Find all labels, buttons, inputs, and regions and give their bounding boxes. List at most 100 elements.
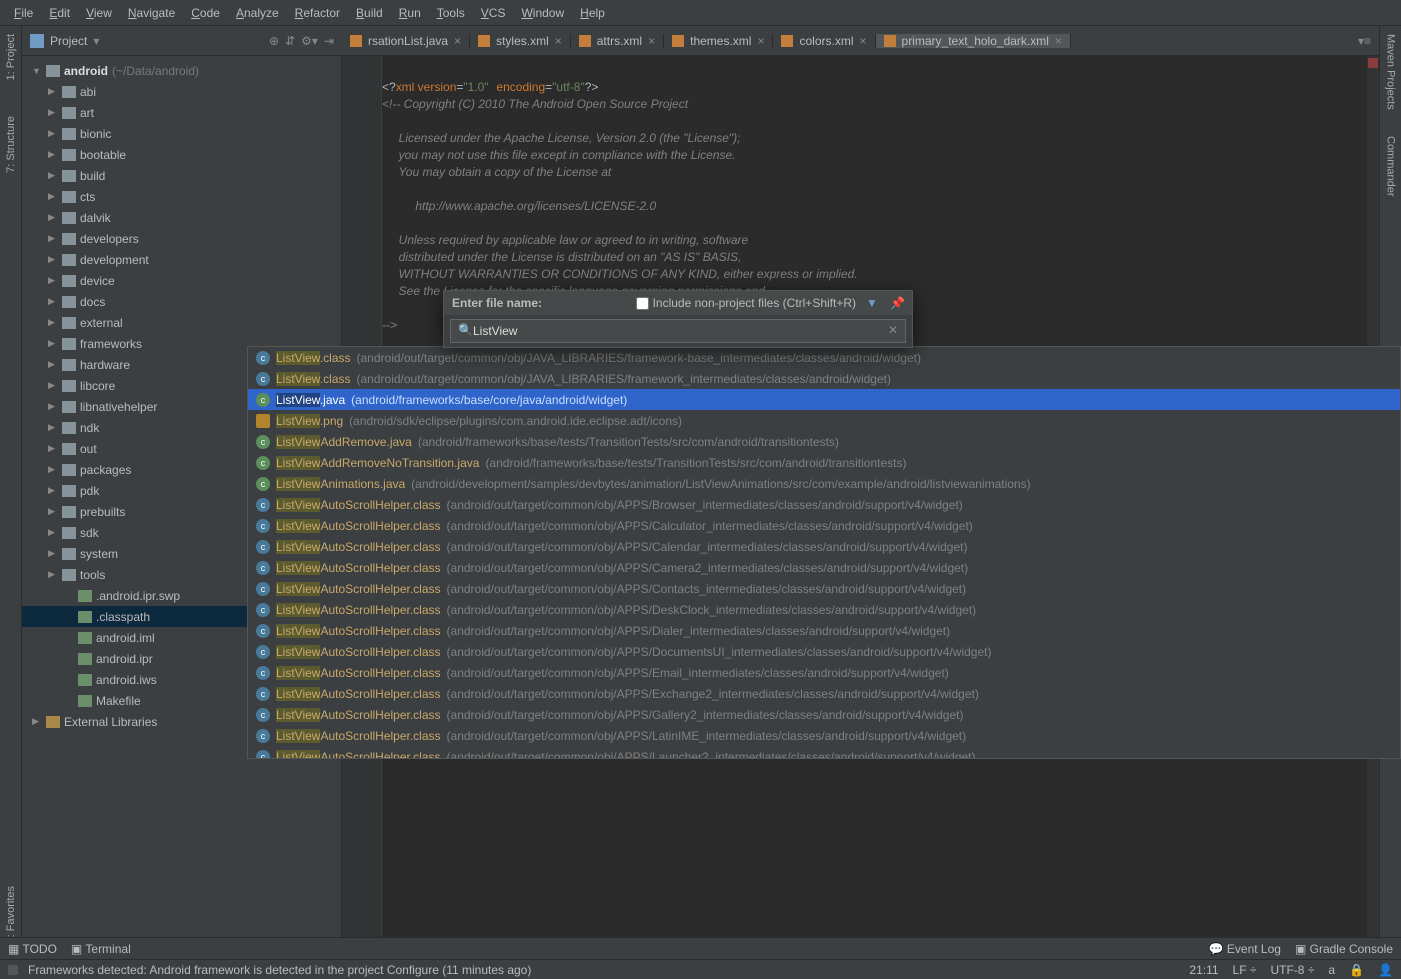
tab-label: styles.xml (496, 34, 549, 48)
menu-help[interactable]: Help (572, 2, 613, 24)
editor-tab[interactable]: styles.xml × (470, 34, 571, 48)
result-row[interactable]: ListView.png (android/sdk/eclipse/plugin… (248, 410, 1400, 431)
tree-node[interactable]: ▶bionic (22, 123, 341, 144)
tree-node[interactable]: ▶developers (22, 228, 341, 249)
event-log-button[interactable]: 💬 Event Log (1209, 942, 1281, 956)
tool-tab-maven[interactable]: Maven Projects (1383, 26, 1399, 118)
folder-icon (62, 359, 76, 371)
result-row[interactable]: cListViewAutoScrollHelper.class (android… (248, 704, 1400, 725)
tree-node[interactable]: ▶development (22, 249, 341, 270)
include-nonproject-checkbox[interactable]: Include non-project files (Ctrl+Shift+R) (636, 296, 856, 310)
result-row[interactable]: cListViewAutoScrollHelper.class (android… (248, 536, 1400, 557)
result-row[interactable]: cListViewAnimations.java (android/develo… (248, 473, 1400, 494)
result-path: (android/out/target/common/obj/APPS/Exch… (447, 687, 979, 701)
filetype-icon: c (256, 750, 270, 760)
file-icon (78, 611, 92, 623)
file-icon (478, 35, 490, 47)
result-row[interactable]: cListViewAutoScrollHelper.class (android… (248, 515, 1400, 536)
result-row[interactable]: cListViewAutoScrollHelper.class (android… (248, 557, 1400, 578)
menu-file[interactable]: File (6, 2, 41, 24)
line-separator[interactable]: LF ÷ (1233, 963, 1257, 977)
file-name-input[interactable] (450, 319, 906, 343)
collapse-all-icon[interactable]: ⇵ (285, 34, 295, 48)
clear-icon[interactable]: ✕ (888, 323, 898, 337)
result-row[interactable]: cListViewAutoScrollHelper.class (android… (248, 746, 1400, 759)
menu-refactor[interactable]: Refactor (287, 2, 348, 24)
menu-vcs[interactable]: VCS (473, 2, 514, 24)
result-row[interactable]: cListView.class (android/out/target/comm… (248, 368, 1400, 389)
result-row[interactable]: cListViewAutoScrollHelper.class (android… (248, 683, 1400, 704)
result-row[interactable]: cListViewAutoScrollHelper.class (android… (248, 641, 1400, 662)
result-row[interactable]: cListView.class (android/out/target/comm… (248, 347, 1400, 368)
scroll-from-source-icon[interactable]: ⊕ (269, 34, 279, 48)
folder-icon (62, 506, 76, 518)
close-icon[interactable]: × (454, 34, 461, 48)
todo-tool-button[interactable]: ▦ TODO (8, 942, 57, 956)
folder-icon (62, 191, 76, 203)
menu-window[interactable]: Window (513, 2, 572, 24)
pin-icon[interactable]: 📌 (890, 296, 904, 310)
file-results-list[interactable]: c ListView.class (android/out/target/comm… (247, 346, 1401, 759)
result-row[interactable]: cListViewAutoScrollHelper.class (android… (248, 725, 1400, 746)
project-tool-header[interactable]: Project ▾ ⊕ ⇵ ⚙▾ ⇥ (22, 34, 342, 48)
menu-edit[interactable]: Edit (41, 2, 78, 24)
hide-icon[interactable]: ⇥ (324, 34, 334, 48)
menu-build[interactable]: Build (348, 2, 391, 24)
tree-node[interactable]: ▶docs (22, 291, 341, 312)
tree-node[interactable]: ▶bootable (22, 144, 341, 165)
result-row[interactable]: cListViewAddRemove.java (android/framewo… (248, 431, 1400, 452)
tool-tab-commander[interactable]: Commander (1383, 128, 1399, 205)
gear-icon[interactable]: ⚙▾ (301, 34, 318, 48)
menu-analyze[interactable]: Analyze (228, 2, 287, 24)
status-icon[interactable] (8, 965, 18, 975)
filter-icon[interactable]: ▼ (866, 296, 880, 310)
folder-icon (62, 338, 76, 350)
tree-node[interactable]: ▶device (22, 270, 341, 291)
menu-view[interactable]: View (78, 2, 120, 24)
terminal-tool-button[interactable]: ▣ Terminal (71, 942, 131, 956)
result-row[interactable]: cListView.java (android/frameworks/base/… (248, 389, 1400, 410)
result-row[interactable]: cListViewAutoScrollHelper.class (android… (248, 578, 1400, 599)
close-icon[interactable]: × (648, 34, 655, 48)
menu-run[interactable]: Run (391, 2, 429, 24)
result-row[interactable]: cListViewAutoScrollHelper.class (android… (248, 599, 1400, 620)
insert-indicator[interactable]: a (1328, 963, 1335, 977)
editor-tab[interactable]: colors.xml× (773, 34, 875, 48)
menu-code[interactable]: Code (183, 2, 228, 24)
result-row[interactable]: cListViewAutoScrollHelper.class (android… (248, 494, 1400, 515)
close-icon[interactable]: × (860, 34, 867, 48)
tree-node[interactable]: ▶dalvik (22, 207, 341, 228)
tree-node[interactable]: ▶build (22, 165, 341, 186)
result-row[interactable]: cListViewAutoScrollHelper.class (android… (248, 620, 1400, 641)
dropdown-icon[interactable]: ▾ (93, 34, 99, 48)
file-encoding[interactable]: UTF-8 ÷ (1270, 963, 1314, 977)
result-path: (android/out/target/common/obj/APPS/Cale… (447, 540, 968, 554)
editor-tab[interactable]: themes.xml× (664, 34, 773, 48)
result-filename: ListViewAutoScrollHelper.class (276, 624, 441, 638)
tree-node[interactable]: ▶art (22, 102, 341, 123)
editor-tab[interactable]: rsationList.java× (342, 34, 470, 48)
editor-tab[interactable]: attrs.xml× (571, 34, 664, 48)
include-checkbox-input[interactable] (636, 297, 649, 310)
gradle-console-button[interactable]: ▣ Gradle Console (1295, 942, 1393, 956)
tree-node[interactable]: ▶cts (22, 186, 341, 207)
editor-tab[interactable]: primary_text_holo_dark.xml× (876, 34, 1071, 48)
result-filename: ListView.class (276, 351, 351, 365)
menu-tools[interactable]: Tools (429, 2, 473, 24)
project-tool-label: Project (50, 34, 87, 48)
close-icon[interactable]: × (757, 34, 764, 48)
menu-navigate[interactable]: Navigate (120, 2, 183, 24)
result-row[interactable]: cListViewAutoScrollHelper.class (android… (248, 662, 1400, 683)
tabs-dropdown-icon[interactable]: ▾≡ (1350, 34, 1379, 48)
tool-tab-project[interactable]: 1: Project (3, 26, 19, 88)
hector-icon[interactable]: 👤 (1378, 963, 1393, 977)
lock-icon[interactable]: 🔒 (1349, 963, 1364, 977)
tree-node[interactable]: ▶abi (22, 81, 341, 102)
close-icon[interactable]: × (1055, 34, 1062, 48)
tree-node[interactable]: ▶external (22, 312, 341, 333)
cursor-position[interactable]: 21:11 (1189, 963, 1218, 977)
result-row[interactable]: cListViewAddRemoveNoTransition.java (and… (248, 452, 1400, 473)
close-icon[interactable]: × (555, 34, 562, 48)
tool-tab-structure[interactable]: 7: Structure (3, 108, 19, 181)
tree-node[interactable]: ▼android (~/Data/android) (22, 60, 341, 81)
